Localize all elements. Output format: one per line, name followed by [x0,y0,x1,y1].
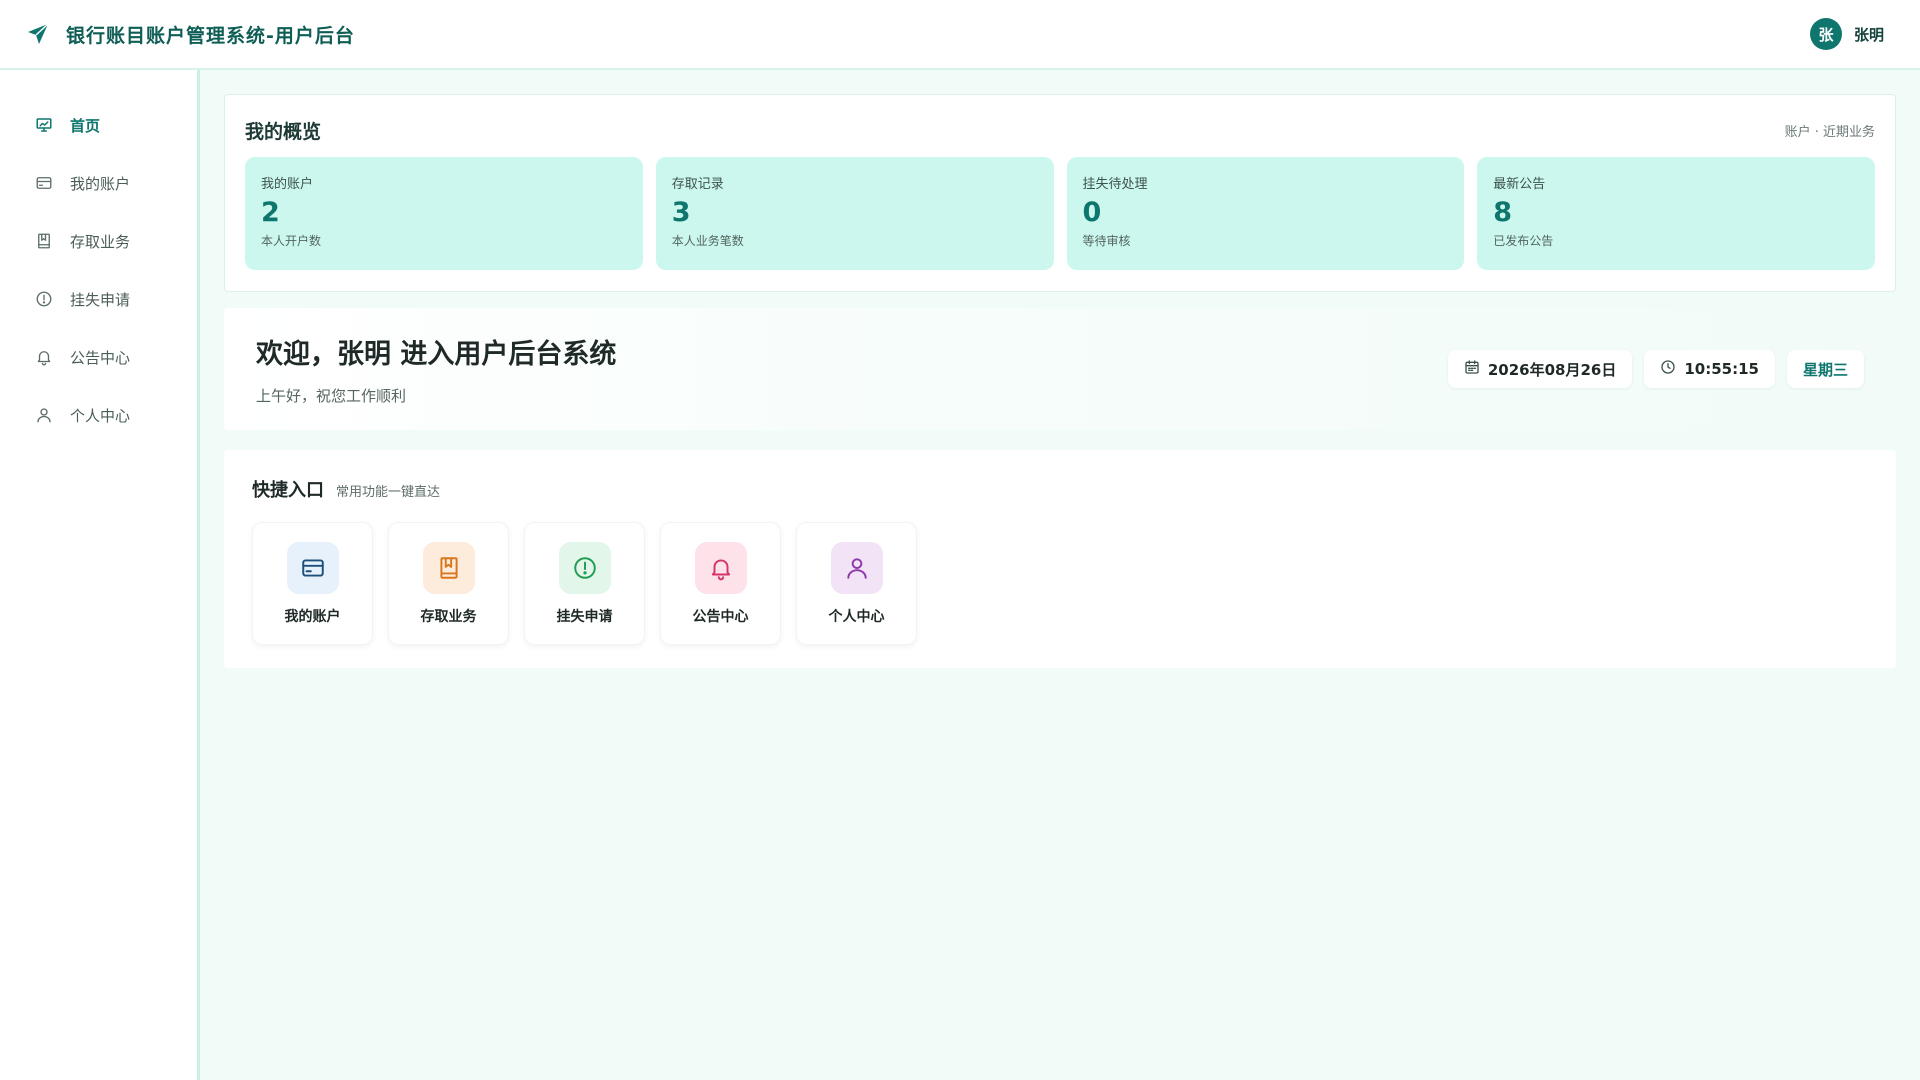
stat-desc: 等待审核 [1082,234,1131,248]
stat-value: 2 [261,197,280,228]
quick-tile-loss-report[interactable]: 挂失申请 [524,522,645,645]
clock-icon [1660,359,1676,379]
current-date: 2026年08月26日 [1487,360,1617,379]
stat-card-transactions[interactable]: 存取记录 3 本人业务笔数 [655,157,1054,270]
stat-label: 最新公告 [1493,177,1546,192]
sidebar-item-home[interactable]: 首页 [0,96,197,154]
welcome-title: 欢迎，张明 进入用户后台系统 [256,339,617,370]
time-chip: 10:55:15 [1644,350,1775,388]
alert-circle-icon [558,542,611,594]
user-icon [830,542,883,594]
quick-tile-label: 挂失申请 [556,609,613,625]
paper-plane-icon [26,22,50,46]
presentation-chart-icon [34,115,54,135]
stat-card-loss-pending[interactable]: 挂失待处理 0 等待审核 [1066,157,1465,270]
stat-desc: 本人开户数 [261,234,322,248]
user-menu[interactable]: 张 张明 [1809,18,1884,50]
quick-tile-announcements[interactable]: 公告中心 [660,522,781,645]
welcome-banner: 欢迎，张明 进入用户后台系统 上午好，祝您工作顺利 2026年08月26日 10… [224,308,1896,430]
calendar-icon [1464,359,1480,379]
sidebar-item-transactions[interactable]: 存取业务 [0,212,197,270]
weekday-chip: 星期三 [1786,350,1864,388]
sidebar-item-label: 个人中心 [70,406,131,425]
alert-circle-icon [34,289,54,309]
sidebar-item-loss-report[interactable]: 挂失申请 [0,270,197,328]
bell-icon [694,542,747,594]
quick-tile-profile[interactable]: 个人中心 [796,522,917,645]
top-header: 银行账目账户管理系统-用户后台 张 张明 [0,0,1920,70]
sidebar-item-label: 挂失申请 [70,290,131,309]
quick-access-panel: 快捷入口 常用功能一键直达 我的账户 存取业务 挂失申请 公告中心 个人中心 [224,450,1896,668]
sidebar-item-label: 首页 [70,116,101,135]
bell-icon [34,347,54,367]
stat-card-accounts[interactable]: 我的账户 2 本人开户数 [245,157,643,270]
quick-tile-transactions[interactable]: 存取业务 [388,522,509,645]
stat-value: 0 [1082,197,1102,228]
date-chip: 2026年08月26日 [1447,350,1633,388]
sidebar-item-label: 我的账户 [70,174,131,193]
quick-tile-label: 我的账户 [284,609,341,625]
sidebar-item-label: 公告中心 [70,348,131,367]
current-time: 10:55:15 [1684,360,1759,378]
main-content: 我的概览 账户 · 近期业务 我的账户 2 本人开户数 存取记录 3 本人业务笔… [224,94,1896,668]
user-icon [34,405,54,425]
sidebar-item-my-account[interactable]: 我的账户 [0,154,197,212]
stat-desc: 本人业务笔数 [671,234,744,248]
user-name[interactable]: 张明 [1854,24,1884,45]
sidebar-item-label: 存取业务 [70,232,131,251]
brand[interactable]: 银行账目账户管理系统-用户后台 [26,21,355,48]
current-weekday: 星期三 [1802,360,1848,379]
overview-hint: 账户 · 近期业务 [1784,124,1875,140]
overview-title: 我的概览 [245,120,322,143]
quick-tile-label: 存取业务 [420,609,477,625]
sidebar-item-profile[interactable]: 个人中心 [0,386,197,444]
quick-access-subtitle: 常用功能一键直达 [336,485,441,500]
stat-label: 存取记录 [671,177,724,192]
quick-tile-my-account[interactable]: 我的账户 [252,522,373,645]
stat-label: 挂失待处理 [1082,177,1148,192]
stat-value: 8 [1493,197,1513,228]
sidebar: 首页 我的账户 存取业务 挂失申请 公告中心 个人中心 [0,70,200,1080]
bookmark-book-icon [422,542,475,594]
stat-label: 我的账户 [261,177,314,192]
credit-card-icon [34,173,54,193]
app-title: 银行账目账户管理系统-用户后台 [66,24,355,47]
stat-card-announcements[interactable]: 最新公告 8 已发布公告 [1477,157,1875,270]
sidebar-item-announcements[interactable]: 公告中心 [0,328,197,386]
quick-tile-label: 个人中心 [828,609,885,625]
credit-card-icon [286,542,339,594]
quick-tile-label: 公告中心 [692,609,749,625]
overview-panel: 我的概览 账户 · 近期业务 我的账户 2 本人开户数 存取记录 3 本人业务笔… [224,94,1896,292]
stat-value: 3 [671,197,691,228]
avatar[interactable]: 张 [1809,18,1842,50]
welcome-subtitle: 上午好，祝您工作顺利 [256,387,407,405]
quick-access-title: 快捷入口 [252,480,324,501]
bookmark-book-icon [34,231,54,251]
stat-desc: 已发布公告 [1493,234,1554,248]
